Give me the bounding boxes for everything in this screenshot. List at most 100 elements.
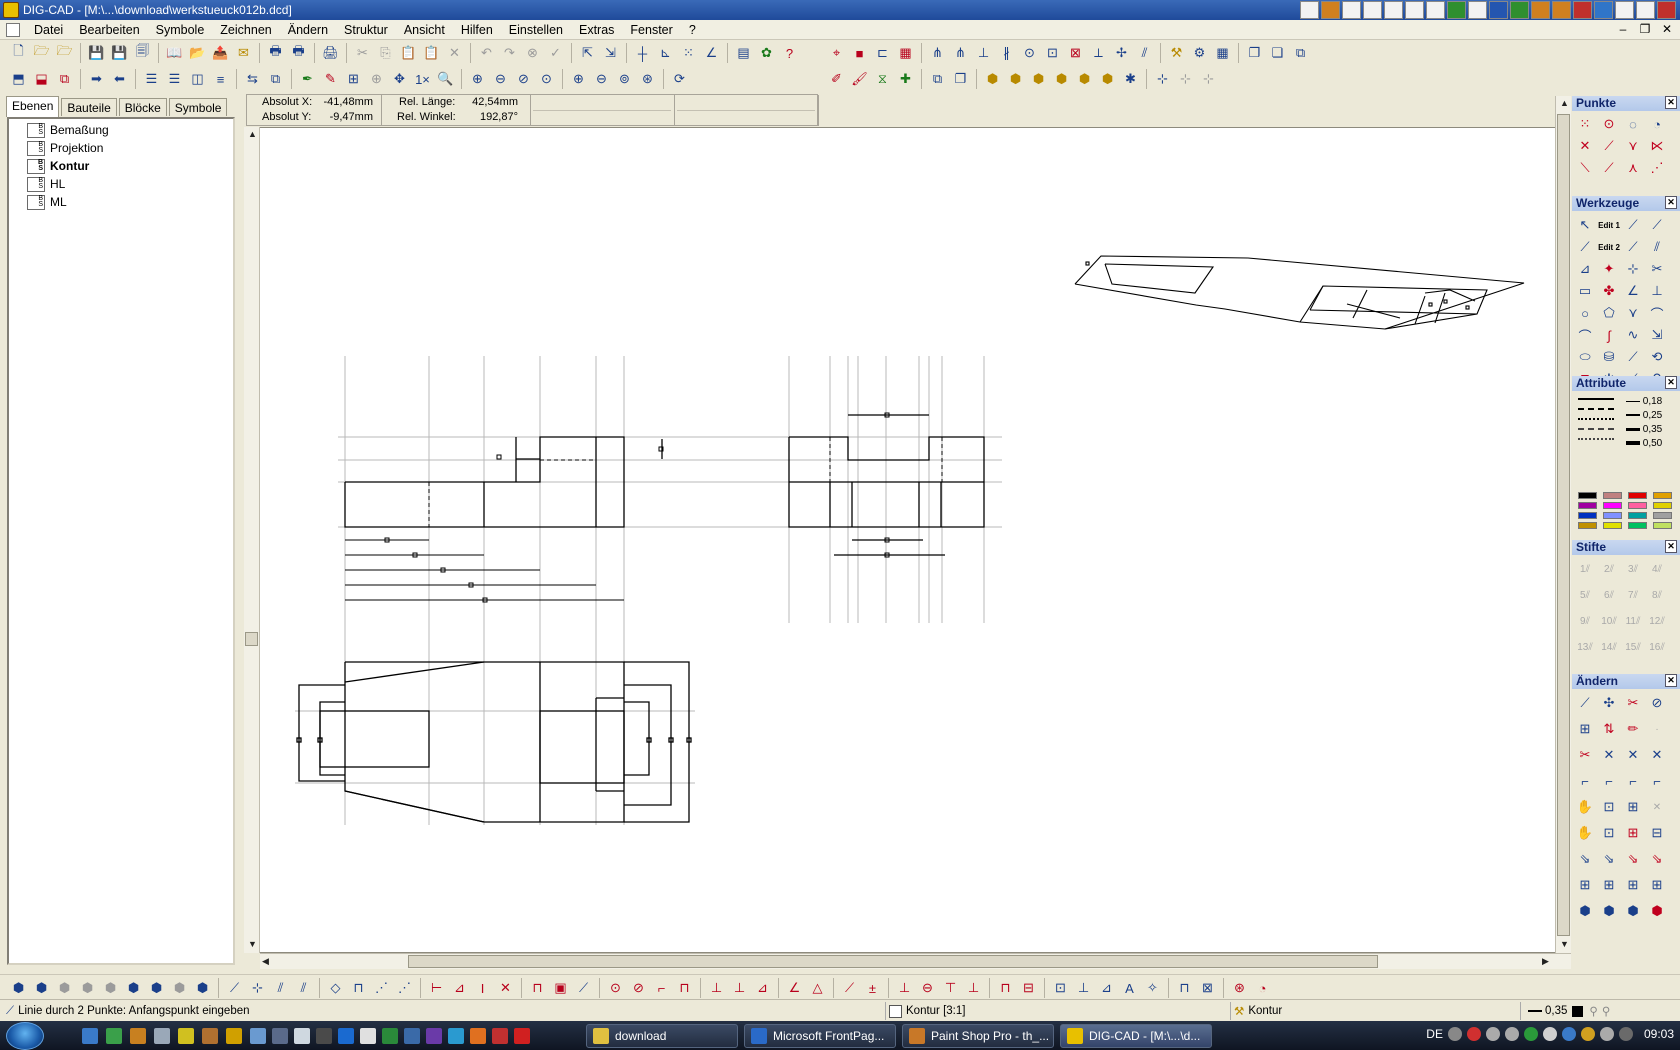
quicklaunch-icon[interactable]	[82, 1028, 98, 1044]
ellipse-icon[interactable]: ⬭	[1574, 346, 1596, 368]
modify-icon[interactable]: ⊞	[1574, 874, 1596, 896]
3d-box-icon[interactable]: ⬢	[8, 978, 29, 999]
layer-new-icon[interactable]: ⬓	[31, 69, 52, 90]
extend-icon[interactable]: ⟋	[1622, 346, 1644, 368]
tray-icon[interactable]	[1485, 1027, 1500, 1041]
line-tool-icon[interactable]: ⫽	[270, 978, 291, 999]
color-swatch[interactable]	[1653, 492, 1672, 499]
modify-icon[interactable]: ⊡	[1598, 796, 1620, 818]
line-type-list[interactable]	[1576, 394, 1616, 454]
layer-item-kontur[interactable]: BS Kontur	[27, 157, 233, 175]
undo-icon[interactable]: ↶	[476, 43, 497, 64]
word-icon[interactable]	[1489, 1, 1508, 19]
pen-slot[interactable]: 5⫽	[1574, 584, 1596, 606]
status-layer-scale[interactable]: Kontur [3:1]	[889, 1002, 965, 1020]
print-icon[interactable]: 🖶	[265, 43, 286, 64]
snap-icon[interactable]: ⫽	[1134, 43, 1155, 64]
menu-help[interactable]: ?	[681, 23, 704, 37]
modify-icon[interactable]: ✕	[1646, 744, 1668, 766]
snap-icon[interactable]: ⋔	[950, 43, 971, 64]
zoom-prev-icon[interactable]: ⊘	[513, 69, 534, 90]
dim-tool-icon[interactable]: ⌐	[651, 978, 672, 999]
pen-slot[interactable]: 16⫽	[1646, 636, 1668, 658]
3d-box-icon[interactable]: ⬢	[169, 978, 190, 999]
grid-icon[interactable]: ⁙	[678, 43, 699, 64]
doc-close-icon[interactable]: ✕	[1660, 22, 1674, 36]
plot-icon[interactable]: 🖨	[320, 43, 341, 64]
dim-tool-icon[interactable]: ±	[862, 978, 883, 999]
dim-tool-icon[interactable]: ⊥	[1073, 978, 1094, 999]
edit1-icon[interactable]: Edit 1	[1598, 214, 1620, 236]
tray-icon[interactable]	[1504, 1027, 1519, 1041]
status-active-layer[interactable]: ⚒ Kontur	[1234, 1002, 1282, 1020]
layer-item-bemassung[interactable]: BS Bemaßung	[27, 121, 233, 139]
point-center-icon[interactable]: ⊙	[1598, 113, 1620, 135]
scroll-up-icon[interactable]: ▲	[248, 129, 257, 139]
circle-icon[interactable]: ○	[1574, 302, 1596, 324]
cancel-icon[interactable]: ⊗	[522, 43, 543, 64]
tray-icon[interactable]	[1447, 1027, 1462, 1041]
help-icon[interactable]: ?	[779, 43, 800, 64]
modify-icon[interactable]: ⬢	[1622, 900, 1644, 922]
tray-app-icon[interactable]	[1468, 1, 1487, 19]
shape-tool-icon[interactable]: ◇	[325, 978, 346, 999]
dim-tool-icon[interactable]: ⊢	[426, 978, 447, 999]
close-icon[interactable]: ✕	[1665, 196, 1677, 209]
paste-icon[interactable]: 📋	[398, 43, 419, 64]
modify-icon[interactable]: ⌐	[1622, 770, 1644, 792]
tray-icon[interactable]	[1580, 1027, 1595, 1041]
color-swatch[interactable]	[1603, 502, 1622, 509]
line-tool-icon[interactable]: ⟋	[1622, 214, 1644, 236]
move-icon[interactable]: ⇱	[577, 43, 598, 64]
modify-icon[interactable]: ·	[1646, 718, 1668, 740]
point-circle-icon[interactable]: ◌	[1622, 113, 1644, 135]
dim-tool-icon[interactable]: ⊙	[605, 978, 626, 999]
point-arc-icon[interactable]: ◔	[1646, 113, 1668, 135]
stack-icon[interactable]: ☰	[141, 69, 162, 90]
dim-tool-icon[interactable]: I	[472, 978, 493, 999]
line-width-list[interactable]: 0,18 0,25 0,35 0,50	[1626, 396, 1678, 456]
tray-app-icon[interactable]	[1405, 1, 1424, 19]
arrow-left-icon[interactable]: ⬅	[109, 69, 130, 90]
window-icon[interactable]: ❐	[1244, 43, 1265, 64]
pen-slot[interactable]: 14⫽	[1598, 636, 1620, 658]
snap-icon[interactable]: ⋔	[927, 43, 948, 64]
menu-fenster[interactable]: Fenster	[622, 23, 680, 37]
window-icon[interactable]: ⧉	[1290, 43, 1311, 64]
zoom-fit-icon[interactable]: ⊛	[637, 69, 658, 90]
layer-item-ml[interactable]: BS ML	[27, 193, 233, 211]
scroll-thumb[interactable]	[245, 632, 258, 646]
new-file-icon[interactable]: 🗋	[8, 43, 29, 64]
line-tool-icon[interactable]: ⟋	[224, 978, 245, 999]
point-tangent-icon[interactable]: ⋏	[1622, 157, 1644, 179]
quicklaunch-icon[interactable]	[492, 1028, 508, 1044]
modify-icon[interactable]: ⊞	[1574, 718, 1596, 740]
modify-icon[interactable]: ⬢	[1598, 900, 1620, 922]
dim-tool-icon[interactable]: ⊿	[752, 978, 773, 999]
save-as-icon[interactable]: 💾	[109, 43, 130, 64]
vertical-scrollbar[interactable]: ▲ ▼	[1555, 96, 1571, 953]
dim-tool-icon[interactable]: ⊥	[706, 978, 727, 999]
3d-box-icon[interactable]: ⬢	[123, 978, 144, 999]
point-near-icon[interactable]: ⋰	[1646, 157, 1668, 179]
dimension-icon[interactable]: ⊏	[872, 43, 893, 64]
tab-bauteile[interactable]: Bauteile	[61, 98, 117, 116]
zoom-dynamic-icon[interactable]: ⊕	[366, 69, 387, 90]
dim-tool-icon[interactable]: ⊡	[1050, 978, 1071, 999]
pen-slot[interactable]: 1⫽	[1574, 558, 1596, 580]
menu-hilfen[interactable]: Hilfen	[453, 23, 501, 37]
color-swatch[interactable]	[1578, 492, 1597, 499]
pen-slot[interactable]: 8⫽	[1646, 584, 1668, 606]
hatch-icon[interactable]: ▦	[895, 43, 916, 64]
modify-icon[interactable]: ⇘	[1646, 848, 1668, 870]
cad-drawing[interactable]	[245, 128, 1555, 952]
tray-app-icon[interactable]	[1594, 1, 1613, 19]
quicklaunch-icon[interactable]	[226, 1028, 242, 1044]
doc-minimize-icon[interactable]: –	[1616, 22, 1630, 36]
select-arrow-icon[interactable]: ↖	[1574, 214, 1596, 236]
modify-icon[interactable]: ⊡	[1598, 822, 1620, 844]
spline-icon[interactable]: ∫	[1598, 324, 1620, 346]
chamfer-icon[interactable]: ⋎	[1622, 302, 1644, 324]
snap-icon[interactable]: ✢	[1111, 43, 1132, 64]
layer-copy-icon[interactable]: ⧉	[54, 69, 75, 90]
